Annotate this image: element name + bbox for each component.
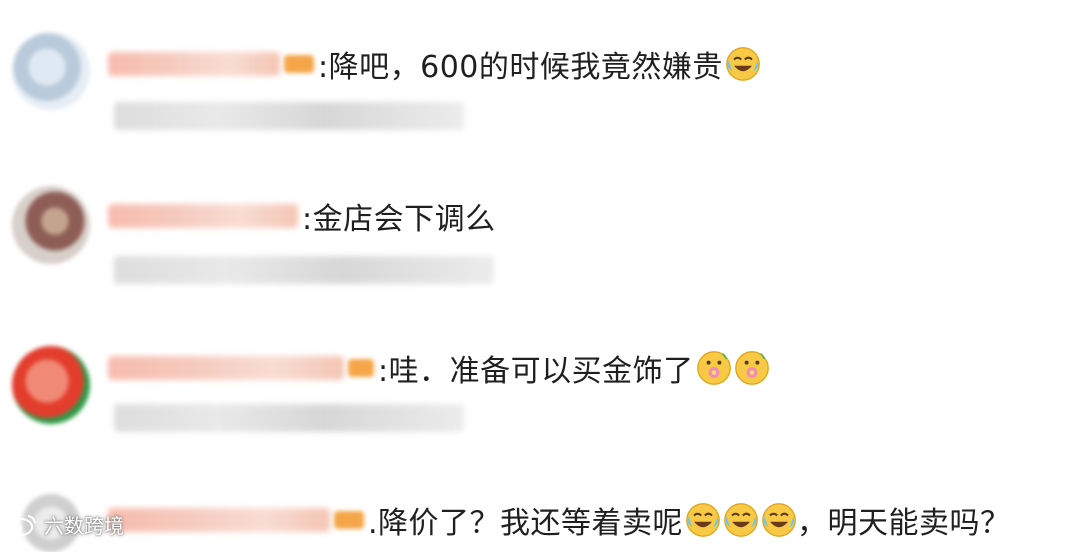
comment-line: :金店会下调么 (108, 196, 496, 237)
avatar[interactable] (12, 186, 90, 264)
comment-item: :金店会下调么 (0, 150, 1080, 300)
flower-smile-icon (734, 351, 769, 385)
weibo-logo-icon (9, 514, 36, 536)
laugh-cry-icon (686, 503, 720, 537)
flower-smile-icon (696, 351, 731, 385)
comment-line: .降价了？我还等着卖呢 ，明天能卖吗？ (108, 500, 1011, 541)
watermark-text: 六数跨境 (44, 514, 124, 538)
username[interactable] (108, 204, 298, 228)
user-badge (334, 511, 364, 529)
user-badge (348, 359, 374, 377)
laugh-cry-icon (726, 47, 760, 81)
avatar[interactable] (12, 32, 90, 110)
comment-line: :哇．准备可以买金饰了 (108, 348, 770, 389)
watermark: 六数跨境 (8, 510, 124, 539)
comment-text: .降价了？我还等着卖呢 (368, 506, 684, 541)
username[interactable] (108, 52, 280, 76)
avatar[interactable] (12, 346, 90, 424)
comment-meta (114, 256, 494, 284)
comment-meta (114, 102, 464, 130)
laugh-cry-icon (762, 503, 796, 537)
username[interactable] (108, 508, 330, 532)
user-badge (284, 55, 314, 73)
comment-text-after: ，明天能卖吗？ (797, 506, 1011, 541)
comment-text: :金店会下调么 (302, 202, 496, 237)
comment-text: :哇．准备可以买金饰了 (378, 354, 694, 389)
comment-text: :降吧，600的时候我竟然嫌贵 (318, 50, 723, 85)
laugh-cry-icon (724, 503, 758, 537)
comment-line: :降吧，600的时候我竟然嫌贵 (108, 44, 761, 85)
comment-item: :降吧，600的时候我竟然嫌贵 (0, 0, 1080, 150)
comment-meta (114, 404, 464, 432)
username[interactable] (108, 356, 344, 380)
comment-item: .降价了？我还等着卖呢 ，明天能卖吗？ (0, 450, 1080, 552)
comment-item: :哇．准备可以买金饰了 (0, 300, 1080, 450)
